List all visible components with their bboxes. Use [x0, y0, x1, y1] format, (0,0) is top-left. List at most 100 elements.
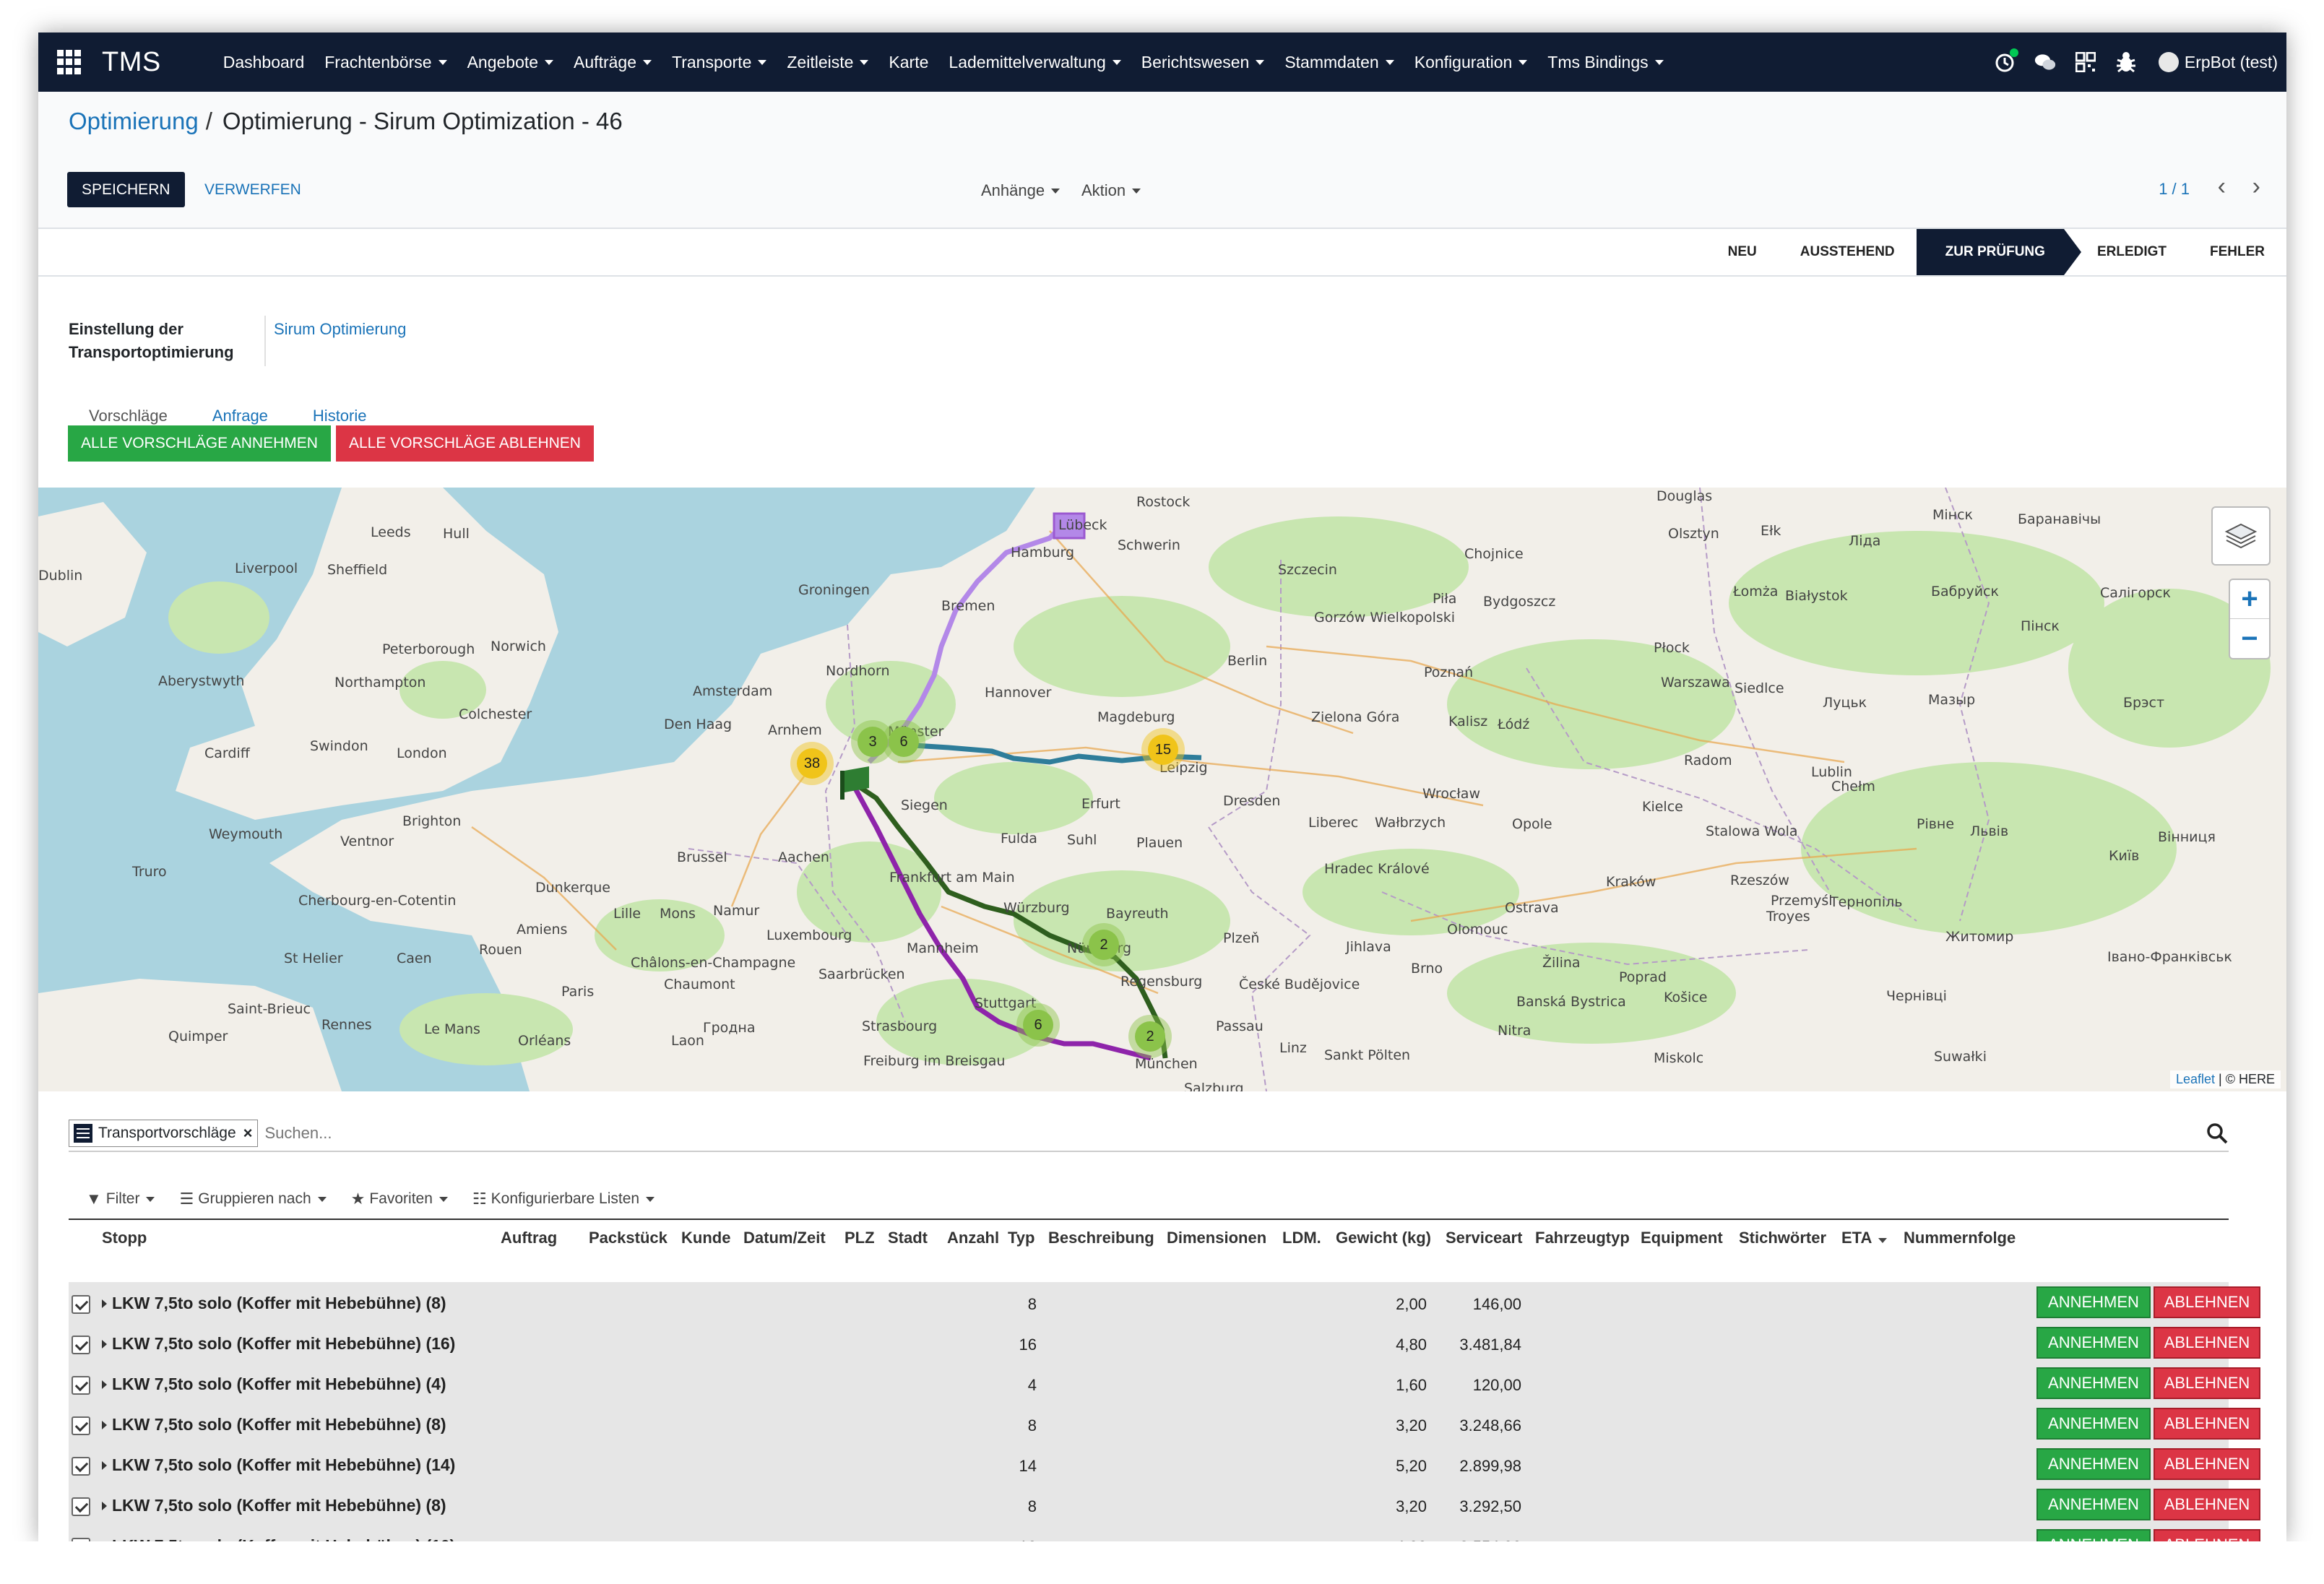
column-header-eta[interactable]: ETA	[1841, 1229, 1888, 1247]
table-row[interactable]: LKW 7,5to solo (Koffer mit Hebebühne) (1…	[69, 1525, 2260, 1542]
facet-remove-icon[interactable]: ×	[243, 1124, 253, 1143]
layers-icon[interactable]	[2211, 506, 2271, 566]
bug-icon[interactable]	[2115, 51, 2137, 73]
column-header-packstueck[interactable]: Packstück	[589, 1229, 668, 1247]
column-header-gewicht[interactable]: Gewicht (kg)	[1336, 1229, 1431, 1247]
map-cluster-marker[interactable]: 2	[1128, 1015, 1172, 1058]
stage-fehler[interactable]: FEHLER	[2188, 229, 2286, 275]
expand-caret-icon[interactable]	[102, 1380, 107, 1389]
stage-neu[interactable]: NEU	[1706, 229, 1779, 275]
accept-button[interactable]: ANNEHMEN	[2036, 1489, 2151, 1520]
chat-bubbles-icon[interactable]	[2034, 51, 2056, 73]
menu-item-stammdaten[interactable]: Stammdaten	[1284, 53, 1394, 72]
action-dropdown[interactable]: Aktion	[1081, 181, 1141, 200]
accept-button[interactable]: ANNEHMEN	[2036, 1408, 2151, 1440]
map-cluster-marker[interactable]: 2	[1082, 923, 1126, 966]
accept-button[interactable]: ANNEHMEN	[2036, 1448, 2151, 1480]
user-menu[interactable]: ErpBot (test)	[2158, 52, 2278, 72]
reject-button[interactable]: ABLEHNEN	[2154, 1489, 2260, 1520]
column-header-ldm[interactable]: LDM.	[1282, 1229, 1321, 1247]
row-checkbox[interactable]	[72, 1416, 90, 1435]
leaflet-link[interactable]: Leaflet	[2176, 1072, 2215, 1086]
map-cluster-marker[interactable]: 6	[882, 720, 925, 763]
accept-button[interactable]: ANNEHMEN	[2036, 1529, 2151, 1542]
apps-grid-icon[interactable]	[57, 50, 82, 74]
row-checkbox[interactable]	[72, 1376, 90, 1395]
menu-item-angebote[interactable]: Angebote	[467, 53, 554, 72]
expand-caret-icon[interactable]	[102, 1421, 107, 1429]
pager-previous-button[interactable]: ‹	[2218, 173, 2226, 201]
expand-caret-icon[interactable]	[102, 1299, 107, 1308]
row-checkbox[interactable]	[72, 1336, 90, 1354]
column-header-datum-zeit[interactable]: Datum/Zeit	[743, 1229, 826, 1247]
table-row[interactable]: LKW 7,5to solo (Koffer mit Hebebühne) (1…	[69, 1444, 2260, 1484]
column-header-stichwoerter[interactable]: Stichwörter	[1739, 1229, 1826, 1247]
table-row[interactable]: LKW 7,5to solo (Koffer mit Hebebühne) (8…	[69, 1282, 2260, 1323]
menu-item-dashboard[interactable]: Dashboard	[223, 53, 305, 72]
column-header-plz[interactable]: PLZ	[844, 1229, 875, 1247]
table-row[interactable]: LKW 7,5to solo (Koffer mit Hebebühne) (1…	[69, 1323, 2260, 1363]
column-header-fahrzeugtyp[interactable]: Fahrzeugtyp	[1535, 1229, 1630, 1247]
route-map[interactable]: Leeds Hull Liverpool Sheffield Dublin Peterbo…	[38, 488, 2286, 1091]
attachments-dropdown[interactable]: Anhänge	[981, 181, 1061, 200]
reject-button[interactable]: ABLEHNEN	[2154, 1408, 2260, 1440]
reject-button[interactable]: ABLEHNEN	[2154, 1367, 2260, 1399]
reject-button[interactable]: ABLEHNEN	[2154, 1286, 2260, 1318]
row-checkbox[interactable]	[72, 1295, 90, 1314]
map-cluster-marker[interactable]: 6	[1016, 1003, 1060, 1047]
table-row[interactable]: LKW 7,5to solo (Koffer mit Hebebühne) (4…	[69, 1363, 2260, 1403]
accept-all-button[interactable]: ALLE VORSCHLÄGE ANNEHMEN	[68, 425, 331, 462]
column-header-stadt[interactable]: Stadt	[888, 1229, 928, 1247]
tab-historie[interactable]: Historie	[313, 407, 367, 425]
activity-clock-icon[interactable]	[1994, 48, 2018, 73]
expand-caret-icon[interactable]	[102, 1502, 107, 1510]
menu-item-tms-bindings[interactable]: Tms Bindings	[1547, 53, 1664, 72]
menu-item-lademittelverwaltung[interactable]: Lademittelverwaltung	[949, 53, 1121, 72]
stage-erledigt[interactable]: ERLEDIGT	[2064, 229, 2188, 275]
map-cluster-marker[interactable]: 15	[1141, 728, 1185, 771]
zoom-out-button[interactable]: −	[2230, 619, 2269, 658]
favorites-dropdown[interactable]: ★ Favoriten	[351, 1190, 448, 1208]
app-brand[interactable]: TMS	[102, 47, 161, 78]
reject-button[interactable]: ABLEHNEN	[2154, 1327, 2260, 1359]
menu-item-berichtswesen[interactable]: Berichtswesen	[1141, 53, 1265, 72]
configurable-lists-dropdown[interactable]: ☷ Konfigurierbare Listen	[472, 1190, 655, 1208]
reject-all-button[interactable]: ALLE VORSCHLÄGE ABLEHNEN	[336, 425, 594, 462]
column-header-dimensionen[interactable]: Dimensionen	[1167, 1229, 1266, 1247]
accept-button[interactable]: ANNEHMEN	[2036, 1327, 2151, 1359]
menu-item-auftraege[interactable]: Aufträge	[574, 53, 652, 72]
search-icon[interactable]	[2206, 1122, 2229, 1148]
table-row[interactable]: LKW 7,5to solo (Koffer mit Hebebühne) (8…	[69, 1484, 2260, 1525]
tab-vorschlaege[interactable]: Vorschläge	[89, 407, 168, 425]
column-header-typ[interactable]: Typ	[1008, 1229, 1034, 1247]
group-by-dropdown[interactable]: ☰ Gruppieren nach	[179, 1190, 327, 1208]
column-header-stopp[interactable]: Stopp	[102, 1229, 147, 1247]
column-header-kunde[interactable]: Kunde	[681, 1229, 730, 1247]
save-button[interactable]: SPEICHERN	[67, 172, 185, 207]
tab-anfrage[interactable]: Anfrage	[212, 407, 268, 425]
filter-dropdown[interactable]: ▼ Filter	[86, 1190, 155, 1208]
menu-item-transporte[interactable]: Transporte	[672, 53, 767, 72]
column-header-serviceart[interactable]: Serviceart	[1446, 1229, 1522, 1247]
map-canvas[interactable]: Leeds Hull Liverpool Sheffield Dublin Peterbo…	[38, 488, 2286, 1091]
optimization-setting-link[interactable]: Sirum Optimierung	[274, 320, 406, 339]
menu-item-karte[interactable]: Karte	[889, 53, 928, 72]
stage-zur-pruefung[interactable]: ZUR PRÜFUNG	[1916, 229, 2082, 275]
row-checkbox[interactable]	[72, 1497, 90, 1516]
expand-caret-icon[interactable]	[102, 1340, 107, 1349]
reject-button[interactable]: ABLEHNEN	[2154, 1529, 2260, 1542]
map-cluster-marker[interactable]: 38	[790, 742, 834, 785]
zoom-in-button[interactable]: +	[2230, 580, 2269, 619]
menu-item-konfiguration[interactable]: Konfiguration	[1414, 53, 1528, 72]
reject-button[interactable]: ABLEHNEN	[2154, 1448, 2260, 1480]
column-header-nummernfolge[interactable]: Nummernfolge	[1904, 1229, 2016, 1247]
search-input[interactable]	[264, 1124, 2071, 1143]
column-header-beschreibung[interactable]: Beschreibung	[1048, 1229, 1154, 1247]
expand-caret-icon[interactable]	[102, 1461, 107, 1470]
table-row[interactable]: LKW 7,5to solo (Koffer mit Hebebühne) (8…	[69, 1403, 2260, 1444]
menu-item-frachtenboerse[interactable]: Frachtenbörse	[324, 53, 447, 72]
breadcrumb-parent-link[interactable]: Optimierung	[69, 108, 199, 135]
pager-next-button[interactable]: ›	[2252, 173, 2260, 201]
accept-button[interactable]: ANNEHMEN	[2036, 1367, 2151, 1399]
discard-button[interactable]: VERWERFEN	[194, 172, 311, 207]
